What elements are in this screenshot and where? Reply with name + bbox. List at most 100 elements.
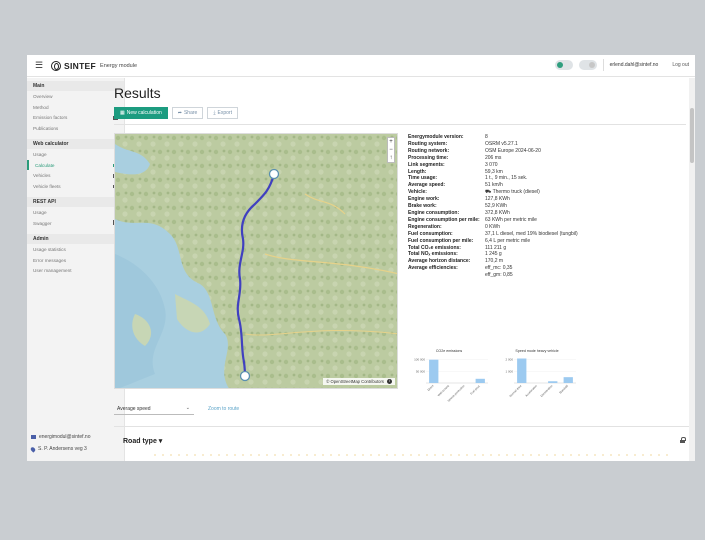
- sidebar-item-vehicles[interactable]: Vehicles: [27, 170, 124, 181]
- result-label: Fuel consumption:: [408, 230, 453, 237]
- menu-icon[interactable]: ☰: [35, 60, 49, 71]
- y-tick-label: 2 000: [505, 358, 513, 362]
- mail-icon: [31, 435, 36, 439]
- contact-address: S. P. Andersens veg 3: [29, 445, 87, 453]
- sidebar-item-vehicle-fleets[interactable]: Vehicle fleets: [27, 181, 124, 192]
- result-label: Routing system:: [408, 140, 448, 147]
- result-label: Vehicle:: [408, 189, 427, 196]
- speed-mode-chart-svg: Speed mode heavy vehicle 2 000 1 000 Normal…: [505, 349, 576, 398]
- export-button[interactable]: ⤓ Export: [207, 107, 238, 119]
- contact-email[interactable]: energimodul@sintef.no: [31, 434, 91, 440]
- share-button[interactable]: ➦ Share: [171, 107, 204, 119]
- sidebar-item-method[interactable]: Method: [27, 102, 124, 113]
- result-value: 0 KWh: [485, 223, 501, 230]
- sidebar-item-overview[interactable]: Overview: [27, 91, 124, 102]
- result-label: Engine work:: [408, 196, 440, 203]
- zoom-out-button[interactable]: −: [388, 146, 394, 154]
- result-label: Average speed:: [408, 182, 446, 189]
- result-row: Brake work: 52,9 KWh: [408, 203, 580, 210]
- result-row: eff_gm: 0,85: [408, 272, 580, 279]
- sidebar-item-swagger[interactable]: Swagger: [27, 218, 124, 229]
- sidebar-section-title: REST API: [27, 197, 124, 207]
- theme-toggle[interactable]: [554, 60, 573, 70]
- result-row: Engine consumption per mile: 63 KWh per m…: [408, 217, 580, 224]
- road-type-preview: [154, 454, 674, 456]
- road-type-panel: Road type ▾: [114, 426, 689, 461]
- speed-mode-chart: Speed mode heavy vehicle 2 000 1 000 Normal…: [496, 347, 578, 407]
- result-row: Total CO₂e emissions: 111 211 g: [408, 245, 580, 252]
- result-row: Time usage: 1 t., 9 min., 15 sek.: [408, 175, 580, 182]
- app-window: ☰ SINTEF Energy module erlend.dahl@sinte…: [27, 55, 695, 461]
- lock-icon: [680, 436, 686, 443]
- y-tick-label: 50 000: [416, 369, 426, 373]
- result-label: Average horizon distance:: [408, 258, 471, 265]
- sidebar-item-usage[interactable]: Usage: [27, 149, 124, 160]
- bar: [563, 377, 573, 383]
- co2e-chart-svg: CO2e emissions 100 000 50 000 Direct Well-to…: [414, 349, 488, 403]
- result-value: 51 km/h: [485, 182, 503, 189]
- result-value: 1 245 g: [485, 251, 502, 258]
- result-row: Average speed: 51 km/h: [408, 182, 580, 189]
- result-row: Energymodule version: 8: [408, 134, 580, 141]
- brand-name: SINTEF: [64, 60, 97, 71]
- route-map[interactable]: + − ↑ © OpenStreetMap Contributors i: [114, 133, 398, 389]
- caret-down-icon: ▾: [158, 438, 163, 445]
- chevron-down-icon: ⌄: [185, 405, 190, 411]
- result-value: ⛟ Thermo truck (diesel): [485, 189, 540, 196]
- new-calculation-button[interactable]: ▦ New calculation: [114, 107, 168, 119]
- result-row: Length: 59,3 km: [408, 169, 580, 176]
- result-label: Regeneration:: [408, 223, 442, 230]
- result-label: Energymodule version:: [408, 134, 464, 140]
- result-value: 127,8 KWh: [485, 196, 510, 203]
- result-row: Fuel consumption per mile: 6,4 L per metr…: [408, 238, 580, 245]
- main-content: Results ▦ New calculation ➦ Share ⤓ Expo…: [114, 81, 689, 461]
- road-type-toggle[interactable]: Road type ▾: [123, 437, 162, 445]
- y-tick-label: 1 000: [505, 369, 513, 373]
- sidebar-item-emission-factors[interactable]: Emission factors: [27, 112, 124, 123]
- scrollbar-thumb[interactable]: [690, 108, 694, 163]
- language-toggle[interactable]: [578, 60, 597, 70]
- sidebar-item-user-management[interactable]: User management: [27, 265, 124, 276]
- sidebar-item-calculate[interactable]: Calculate: [27, 159, 124, 170]
- result-value: 1 t., 9 min., 15 sek.: [485, 175, 528, 182]
- result-label: Link segments:: [408, 161, 445, 168]
- summary-charts: CO2e emissions 100 000 50 000 Direct Well-to…: [408, 347, 578, 407]
- result-value: eff_gm: 0,85: [485, 272, 513, 279]
- result-label: Processing time:: [408, 154, 449, 161]
- info-icon[interactable]: i: [387, 379, 392, 384]
- sidebar-item-publications[interactable]: Publications: [27, 123, 124, 134]
- logout-link[interactable]: Log out: [672, 62, 689, 68]
- map-attribution: © OpenStreetMap Contributors i: [323, 378, 395, 385]
- speed-mode-select[interactable]: Average speed ⌄: [114, 403, 194, 415]
- page-title: Results: [114, 85, 161, 101]
- result-label: Routing network:: [408, 147, 450, 154]
- zoom-in-button[interactable]: +: [388, 138, 394, 146]
- result-label: Time usage:: [408, 175, 438, 182]
- result-row: Total NOₓ emissions: 1 245 g: [408, 251, 580, 258]
- sidebar-item-usage[interactable]: Usage: [27, 207, 124, 218]
- result-row: Engine work: 127,8 KWh: [408, 196, 580, 203]
- result-value: 6,4 L per metric mile: [485, 237, 531, 244]
- result-value: 37,1 L diesel, med 19% biodiesel (tungbi…: [485, 230, 578, 237]
- zoom-to-route-link[interactable]: Zoom to route: [208, 406, 239, 412]
- page-scrollbar[interactable]: [689, 78, 695, 461]
- result-label: [408, 272, 485, 279]
- result-label: Average efficiencies:: [408, 265, 458, 272]
- bar: [548, 381, 558, 383]
- bar: [517, 358, 527, 383]
- map-canvas: [115, 134, 397, 388]
- top-bar: ☰ SINTEF Energy module erlend.dahl@sinte…: [27, 55, 695, 77]
- co2e-chart: CO2e emissions 100 000 50 000 Direct Well-to…: [408, 347, 490, 407]
- result-value: 170,2 m: [485, 258, 504, 265]
- compass-button[interactable]: ↑: [388, 154, 394, 162]
- result-row: Fuel consumption: 37,1 L diesel, med 19% …: [408, 231, 580, 238]
- result-row: Link segments: 3 070: [408, 162, 580, 169]
- result-row: Engine consumption: 372,8 KWh: [408, 210, 580, 217]
- sintef-logo-icon: [51, 60, 61, 71]
- result-value: 52,9 KWh: [485, 203, 507, 210]
- bar: [475, 378, 485, 383]
- result-value: OSRM v5.27.1: [485, 140, 518, 147]
- sidebar-item-error-messages[interactable]: Error messages: [27, 255, 124, 266]
- sintef-logo[interactable]: SINTEF: [51, 60, 97, 71]
- sidebar-item-usage-statistics[interactable]: Usage statistics: [27, 244, 124, 255]
